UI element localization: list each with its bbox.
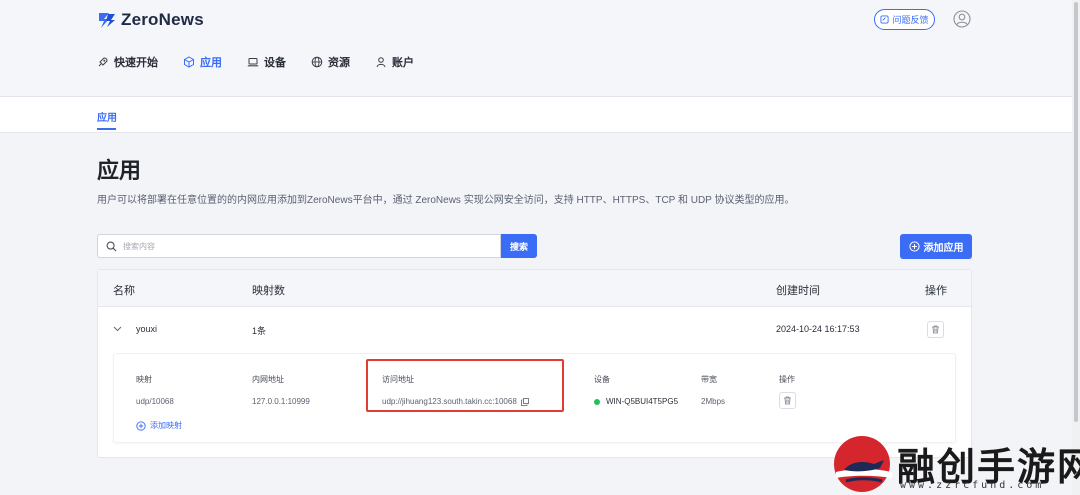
mapping-detail-panel: 映射 内网地址 访问地址 设备 带宽 操作 udp/10068 127.0.0.… [113, 353, 956, 443]
table-header: 名称 映射数 创建时间 操作 [98, 270, 971, 307]
tab-apps[interactable]: 应用 [97, 109, 117, 124]
add-mapping-button[interactable]: 添加映射 [136, 420, 182, 431]
column-header-name: 名称 [113, 285, 135, 297]
column-header-created: 创建时间 [776, 285, 820, 297]
column-header-internal-address: 内网地址 [252, 375, 284, 384]
column-header-detail-actions: 操作 [779, 375, 795, 384]
cube-icon [184, 56, 194, 68]
device-name[interactable]: WIN-Q5BUI4T5PG5 [606, 397, 678, 406]
search-input[interactable] [123, 241, 483, 251]
mappings-count-cell: 1条 [252, 326, 267, 336]
logo[interactable]: ZeroNews [97, 10, 204, 30]
zeronews-logo-icon [99, 13, 115, 28]
user-avatar-icon[interactable] [953, 10, 971, 28]
nav-item-resources[interactable]: 资源 [311, 54, 350, 70]
watermark-url: www.zzrcfund.com [900, 480, 1045, 491]
trash-icon [784, 396, 791, 405]
feedback-button[interactable]: 问题反馈 [874, 9, 935, 30]
mapping-cell: udp/10068 [136, 397, 174, 406]
watermark-logo-icon [834, 436, 892, 492]
chevron-down-icon[interactable] [113, 326, 122, 332]
internal-address-cell: 127.0.0.1:10999 [252, 397, 310, 406]
page-title: 应用 [97, 158, 142, 183]
add-mapping-label: 添加映射 [150, 421, 182, 430]
created-time-cell: 2024-10-24 16:17:53 [776, 324, 860, 334]
app-name-cell[interactable]: youxi [136, 324, 157, 334]
column-header-bandwidth: 带宽 [701, 375, 717, 384]
app-name: ZeroNews [121, 10, 204, 29]
table-row[interactable]: youxi 1条 2024-10-24 16:17:53 [98, 307, 971, 349]
page-description: 用户可以将部署在任意位置的的内网应用添加到ZeroNews平台中，通过 Zero… [97, 195, 795, 206]
search-icon [106, 241, 117, 251]
user-icon [376, 57, 386, 68]
plus-circle-icon [136, 420, 146, 431]
nav-label: 设备 [264, 57, 286, 69]
laptop-icon [247, 58, 259, 67]
column-header-mappings: 映射数 [252, 285, 285, 297]
nav-item-apps[interactable]: 应用 [183, 54, 222, 70]
main-nav: 快速开始 应用 设备 资源 账户 [97, 54, 439, 70]
apps-table: 名称 映射数 创建时间 操作 youxi 1条 2024-10-24 16:17… [97, 269, 972, 458]
bandwidth-cell: 2Mbps [701, 397, 726, 406]
access-address-highlight-box [366, 359, 564, 412]
column-header-actions: 操作 [925, 285, 947, 297]
delete-app-button[interactable] [927, 321, 944, 338]
site-watermark: 融创手游网 www.zzrcfund.com [830, 432, 1080, 495]
delete-mapping-button[interactable] [779, 392, 796, 409]
device-cell: WIN-Q5BUI4T5PG5 [594, 397, 678, 406]
nav-label: 资源 [328, 57, 350, 69]
nav-label: 账户 [392, 57, 414, 69]
online-status-dot [594, 398, 600, 405]
nav-label: 快速开始 [114, 57, 158, 69]
rocket-icon [98, 57, 108, 67]
column-header-mapping: 映射 [136, 375, 152, 384]
sub-tab-bar: 应用 [0, 97, 1072, 133]
search-field[interactable] [97, 234, 501, 258]
search-button[interactable]: 搜索 [501, 234, 537, 258]
column-header-device: 设备 [594, 375, 610, 384]
feedback-label: 问题反馈 [892, 15, 929, 25]
trash-icon [932, 325, 939, 334]
tab-active-indicator [97, 128, 116, 130]
add-app-label: 添加应用 [923, 243, 964, 254]
nav-item-quickstart[interactable]: 快速开始 [97, 54, 158, 70]
plus-circle-icon [908, 241, 920, 252]
nav-item-account[interactable]: 账户 [375, 54, 414, 70]
add-app-button[interactable]: 添加应用 [900, 234, 972, 259]
scrollbar-thumb[interactable] [1074, 2, 1078, 422]
top-header: ZeroNews 问题反馈 快速开始 应用 设备 资源 账户 [0, 0, 1072, 97]
nav-item-devices[interactable]: 设备 [247, 54, 286, 70]
feedback-icon [880, 15, 890, 24]
globe-icon [311, 56, 323, 68]
nav-label: 应用 [200, 57, 222, 69]
